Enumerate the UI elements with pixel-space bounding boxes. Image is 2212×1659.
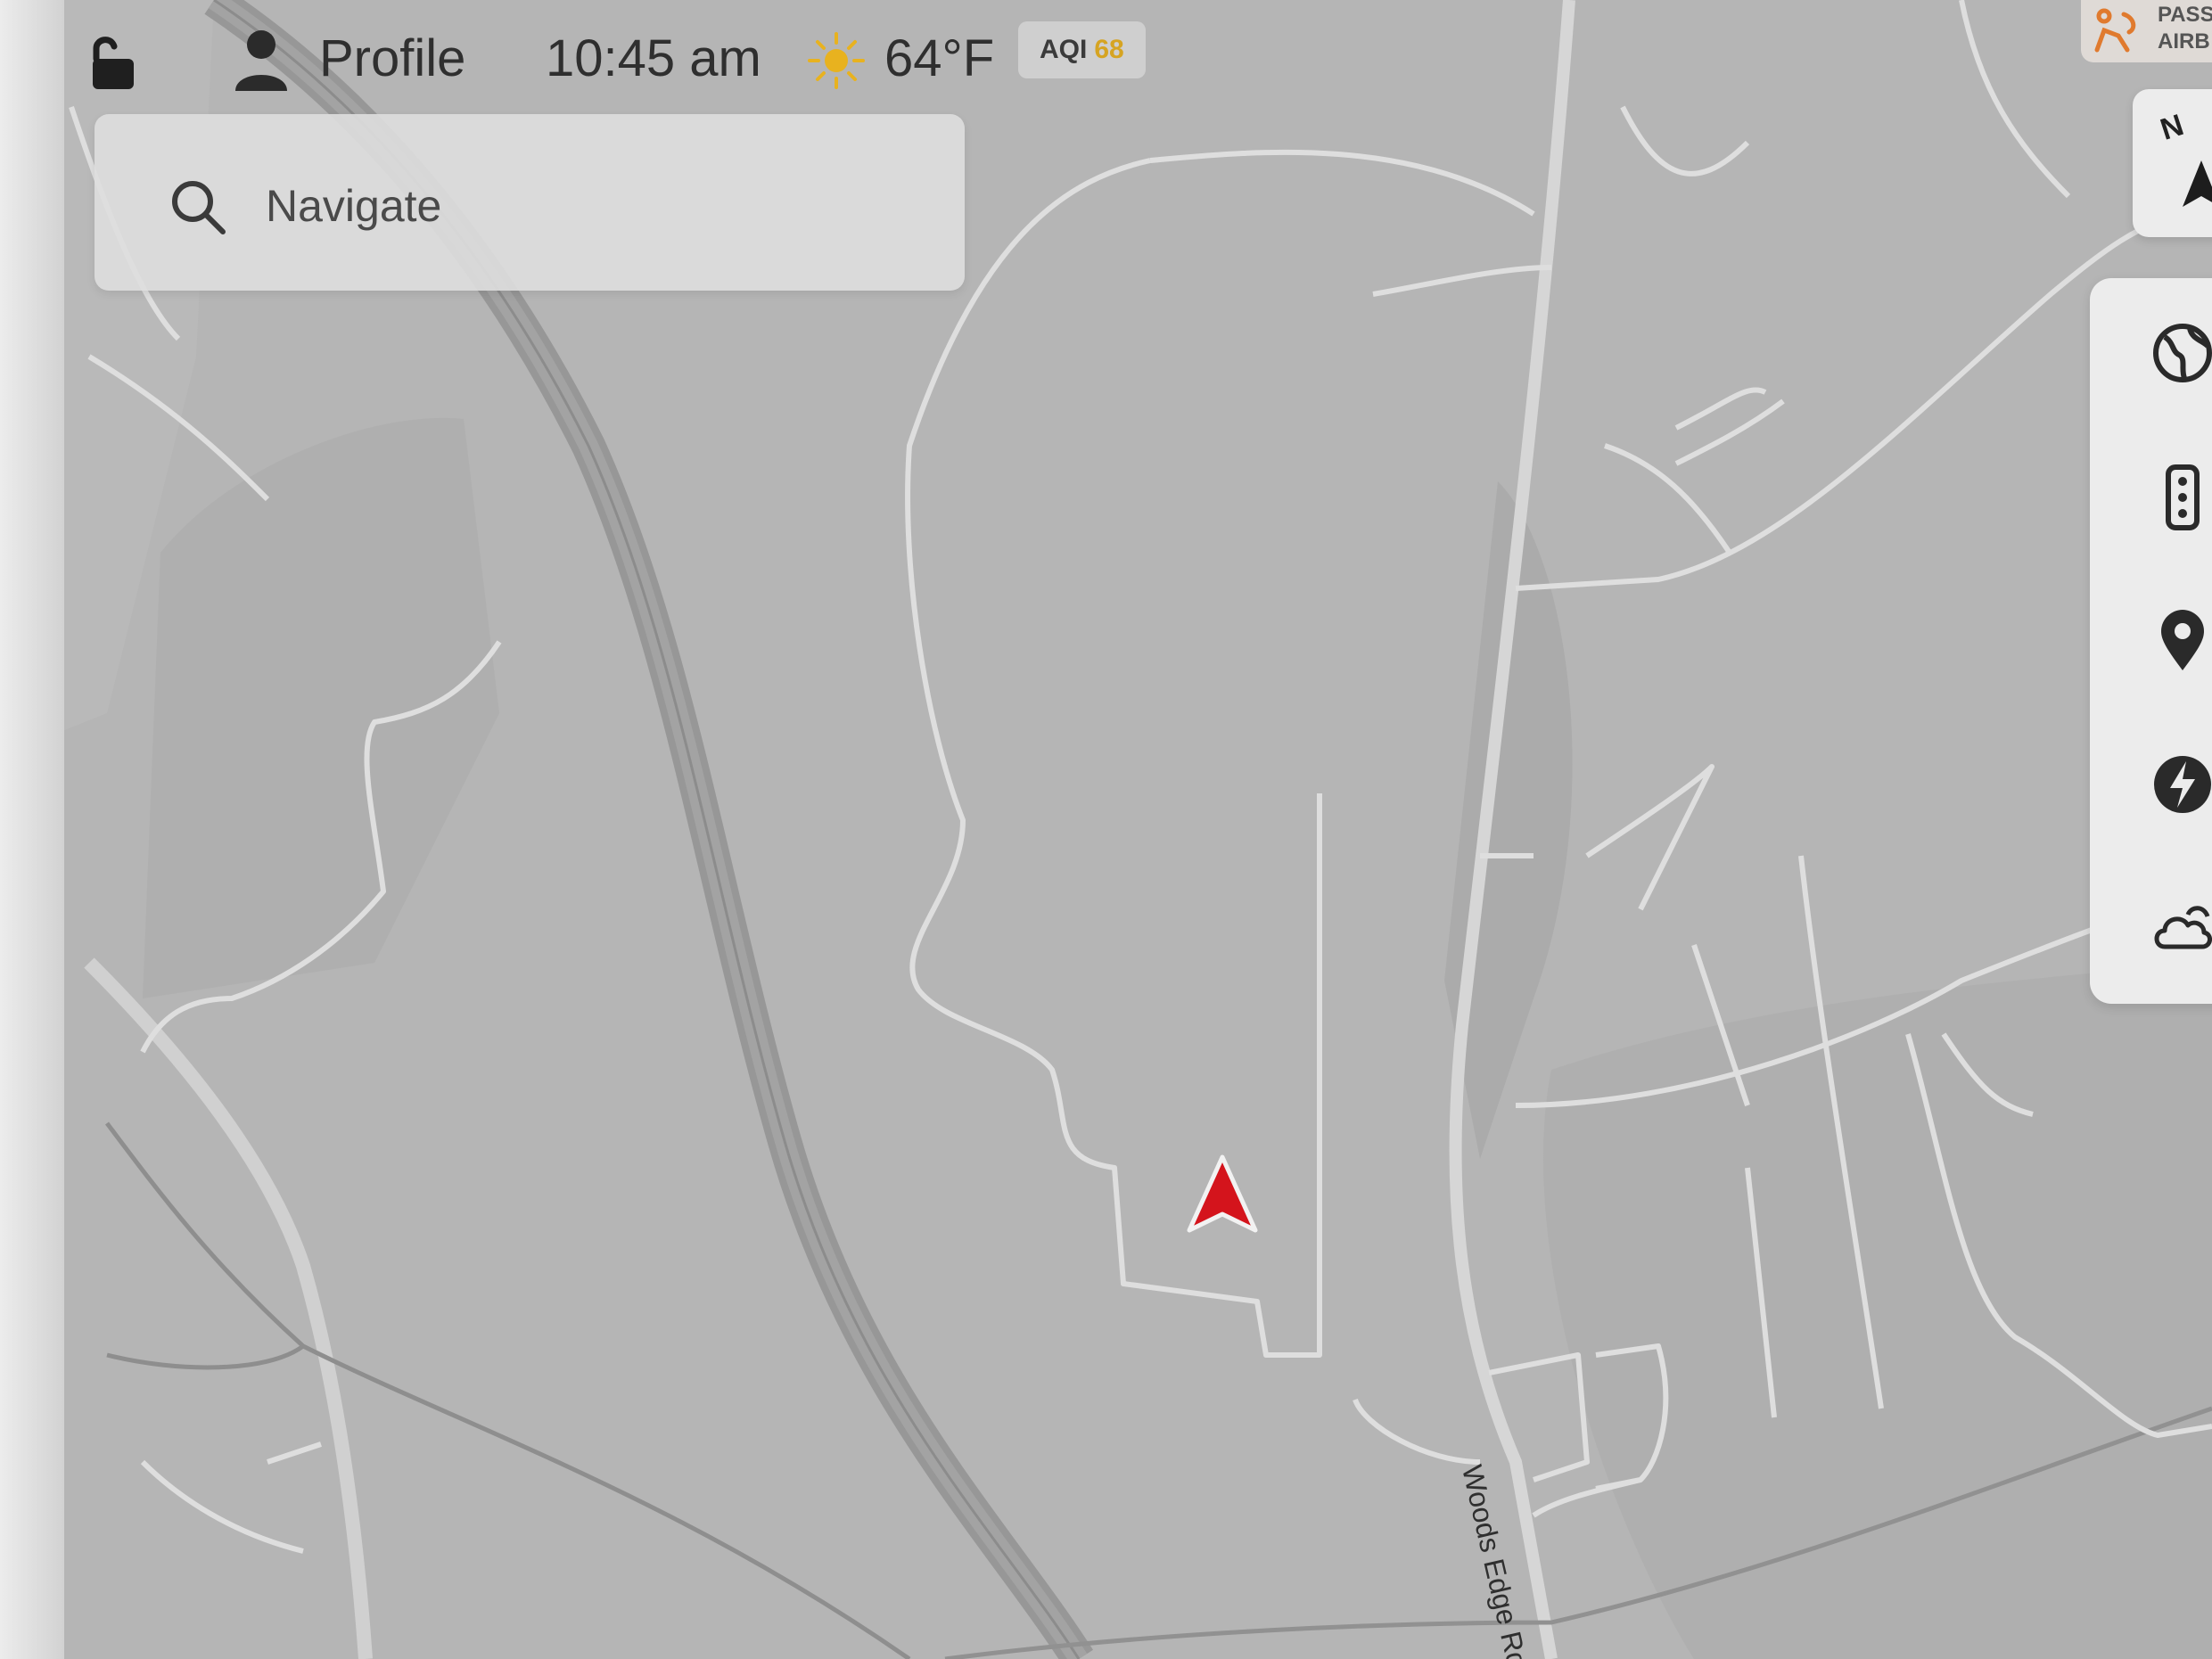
airbag-text-line1: PASS (2158, 3, 2212, 27)
aqi-badge[interactable]: AQI 68 (1018, 21, 1146, 78)
unlocked-padlock-icon[interactable] (80, 32, 143, 94)
toolbar-globe-button[interactable] (2090, 287, 2212, 421)
toolbar-pin-button[interactable] (2090, 574, 2212, 708)
location-pin-icon (2161, 610, 2204, 670)
charging-bolt-icon (2154, 756, 2211, 813)
clock: 10:45 am (546, 29, 761, 87)
map-toolbar (2090, 278, 2212, 1004)
search-placeholder: Navigate (266, 181, 442, 231)
status-bar: Profile 10:45 am 64°F AQI 68 (64, 0, 2026, 116)
toolbar-traffic-button[interactable] (2090, 431, 2212, 565)
toolbar-charging-button[interactable] (2090, 719, 2212, 852)
toolbar-weather-button[interactable] (2090, 861, 2212, 995)
weather-cloud-icon (2154, 906, 2212, 949)
vehicle-location-arrow-icon (1187, 1154, 1258, 1233)
heading-arrow-icon (2183, 160, 2212, 207)
search-icon (172, 181, 226, 234)
sun-icon (808, 32, 865, 89)
traffic-light-icon (2166, 464, 2200, 530)
screen-bezel (0, 0, 64, 1659)
profile-label[interactable]: Profile (319, 27, 465, 91)
person-icon[interactable] (230, 27, 292, 94)
passenger-airbag-indicator: PASS AIRB (2081, 0, 2212, 62)
aqi-value: 68 (1094, 35, 1124, 64)
airbag-text: PASS AIRB (2158, 2, 2212, 55)
temperature: 64°F (884, 29, 995, 87)
navigate-search-box[interactable]: Navigate (95, 114, 965, 291)
aqi-label: AQI (1040, 35, 1088, 64)
airbag-text-line2: AIRB (2158, 29, 2210, 53)
compass-button[interactable]: N (2133, 89, 2212, 237)
passenger-airbag-icon (2094, 8, 2136, 53)
globe-icon (2153, 324, 2212, 382)
map-screen: Woods Edge Rd Profile 10:45 am 64°F AQI 6 (0, 0, 2212, 1659)
compass-north-label: N (2156, 108, 2188, 147)
